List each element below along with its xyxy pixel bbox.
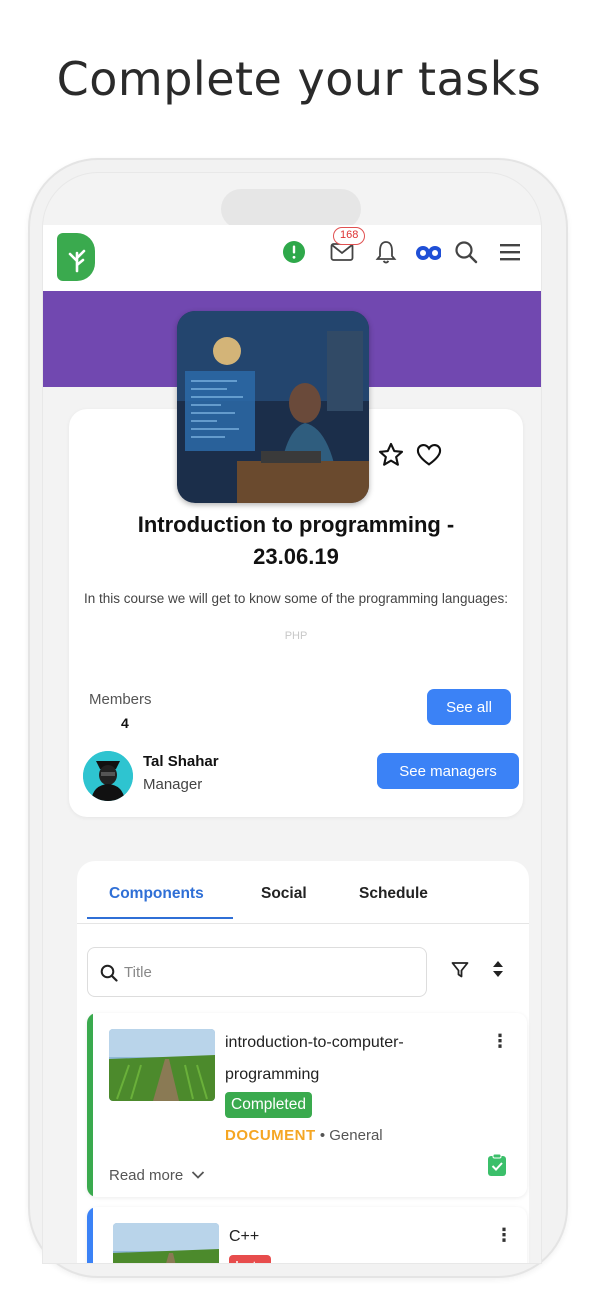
course-image — [177, 311, 369, 503]
star-icon[interactable] — [377, 441, 405, 474]
sort-icon[interactable] — [491, 959, 505, 984]
tabs-divider — [77, 923, 529, 924]
binoculars-icon[interactable] — [415, 239, 441, 265]
item-title[interactable]: C++ — [229, 1221, 479, 1253]
see-all-button[interactable]: See all — [427, 689, 511, 725]
app-header: 168 — [43, 225, 541, 291]
tab-schedule[interactable]: Schedule — [359, 885, 428, 903]
phone-notch — [221, 189, 361, 229]
active-tab-indicator — [87, 917, 233, 919]
status-badge: Late — [229, 1255, 272, 1263]
item-category: General — [329, 1127, 383, 1144]
bell-icon[interactable] — [373, 239, 399, 265]
members-label: Members — [89, 691, 152, 708]
status-bar — [87, 1013, 93, 1197]
notification-count-badge: 168 — [333, 227, 366, 245]
manager-role: Manager — [143, 776, 203, 793]
tab-components[interactable]: Components — [109, 885, 204, 903]
components-panel: Components Social Schedule Title introdu… — [77, 861, 529, 1263]
item-title[interactable]: introduction-to-computer- programming — [225, 1027, 475, 1091]
meta-separator: • — [319, 1127, 330, 1144]
completed-clipboard-icon — [487, 1153, 507, 1182]
item-kind: DOCUMENT — [225, 1127, 316, 1144]
course-language-hint: PHP — [284, 630, 308, 642]
avatar[interactable] — [83, 751, 133, 801]
phone-screen: 168 Introduction to programming - 23.06.… — [42, 172, 542, 1264]
search-icon[interactable] — [453, 239, 479, 265]
tab-social[interactable]: Social — [261, 885, 307, 903]
members-count: 4 — [121, 715, 129, 731]
more-options-icon[interactable]: ⋮ — [491, 1031, 509, 1052]
search-input[interactable]: Title — [87, 947, 427, 997]
page-headline: Complete your tasks — [56, 52, 542, 106]
list-item[interactable]: C++ ⋮ Late — [87, 1207, 527, 1263]
search-icon — [100, 964, 118, 987]
alert-icon[interactable] — [281, 239, 307, 265]
menu-icon[interactable] — [497, 239, 523, 265]
course-actions — [377, 441, 443, 474]
status-badge: Completed — [225, 1092, 312, 1118]
more-options-icon[interactable]: ⋮ — [495, 1225, 513, 1246]
item-thumbnail — [109, 1029, 215, 1101]
app-logo[interactable] — [57, 233, 95, 281]
chevron-down-icon — [192, 1171, 205, 1179]
manager-name: Tal Shahar — [143, 753, 219, 770]
item-meta: DOCUMENT • General — [225, 1127, 383, 1144]
search-placeholder: Title — [124, 964, 152, 981]
status-bar — [87, 1207, 93, 1263]
course-description: In this course we will get to know some … — [84, 591, 508, 606]
filter-icon[interactable] — [451, 961, 469, 984]
heart-icon[interactable] — [415, 441, 443, 474]
list-item[interactable]: introduction-to-computer- programming ⋮ … — [87, 1013, 527, 1197]
read-more-link[interactable]: Read more — [109, 1167, 205, 1184]
see-managers-button[interactable]: See managers — [377, 753, 519, 789]
course-title: Introduction to programming - 23.06.19 — [137, 512, 455, 569]
item-thumbnail — [113, 1223, 219, 1263]
